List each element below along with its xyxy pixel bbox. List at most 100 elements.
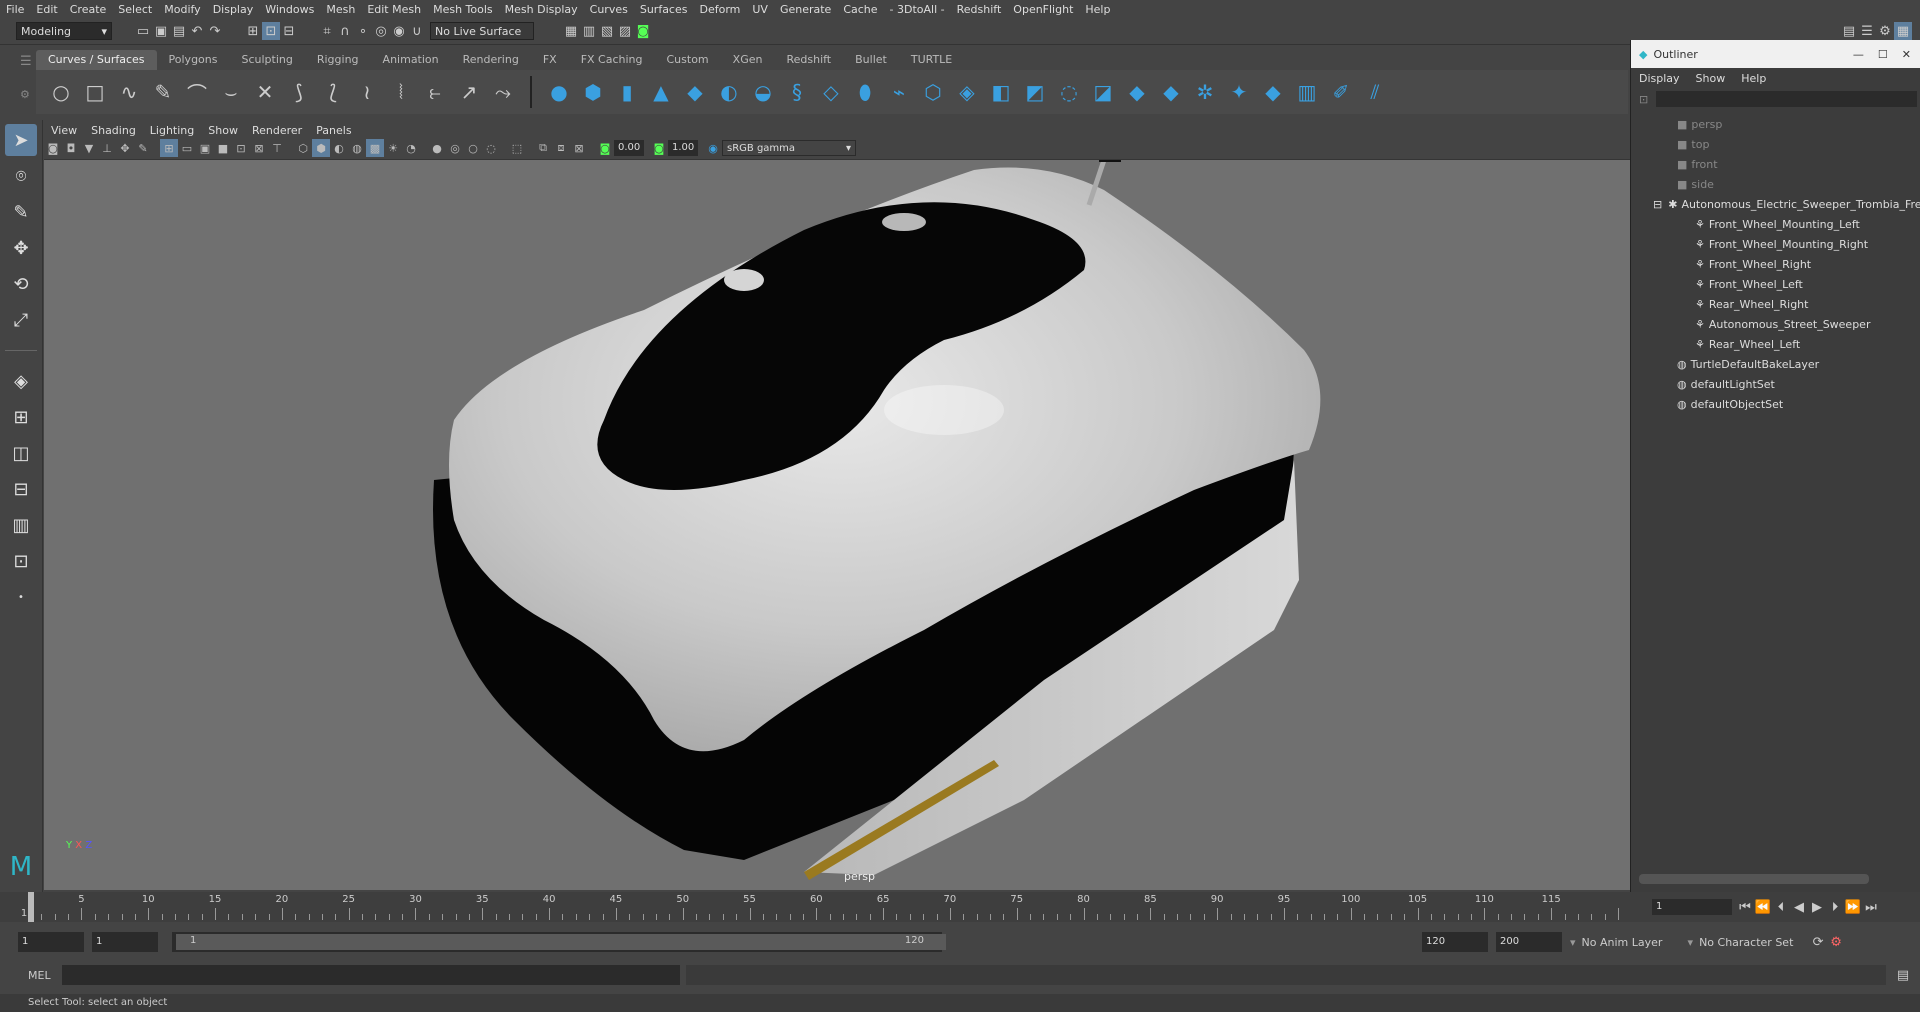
rotate-tool-icon[interactable]: ⟲ xyxy=(5,268,37,300)
curve-tools-icon[interactable]: ⤳ xyxy=(486,75,520,109)
shelf-tab-redshift[interactable]: Redshift xyxy=(774,50,843,70)
shelf-tab-custom[interactable]: Custom xyxy=(655,50,721,70)
nurbs-cone-icon[interactable]: ▲ xyxy=(644,75,678,109)
search-input[interactable] xyxy=(1656,91,1917,107)
attribute-editor-icon[interactable]: ☰ xyxy=(1858,22,1876,40)
live-surface-field[interactable]: No Live Surface xyxy=(430,22,534,40)
select-tool-icon[interactable]: ➤ xyxy=(5,124,37,156)
single-perspective-layout-icon[interactable]: ◈ xyxy=(5,365,37,397)
nurbs-plane-icon[interactable]: ◆ xyxy=(678,75,712,109)
viewport-menu-view[interactable]: View xyxy=(44,124,84,137)
xray-components-icon[interactable]: ⊠ xyxy=(570,139,588,157)
project-curve-icon[interactable]: ▥ xyxy=(1290,75,1324,109)
use-all-lights-icon[interactable]: ☀ xyxy=(384,139,402,157)
outliner-item[interactable]: ⚘ Autonomous_Street_Sweeper xyxy=(1631,314,1920,334)
persp-outliner-layout-icon[interactable]: ◫ xyxy=(5,437,37,469)
curve-intersect-icon[interactable]: ✕ xyxy=(248,75,282,109)
extrude-icon[interactable]: ⬮ xyxy=(848,75,882,109)
menu-cache[interactable]: Cache xyxy=(837,3,883,16)
minimize-icon[interactable]: — xyxy=(1853,48,1864,61)
menu-edit[interactable]: Edit xyxy=(30,3,63,16)
bezier-curve-icon[interactable]: ⌒ xyxy=(180,75,214,109)
grid-icon[interactable]: ⊞ xyxy=(160,139,178,157)
exposure-field[interactable]: 0.00 xyxy=(614,140,644,156)
select-hierarchy-icon[interactable]: ⊞ xyxy=(244,22,262,40)
outliner-menu-show[interactable]: Show xyxy=(1688,72,1734,85)
menu-deform[interactable]: Deform xyxy=(693,3,746,16)
outliner-item[interactable]: ◍ defaultObjectSet xyxy=(1631,394,1920,414)
outliner-item[interactable]: ⚘ Front_Wheel_Mounting_Left xyxy=(1631,214,1920,234)
render-view-icon[interactable]: ◙ xyxy=(634,22,652,40)
uv-layout-icon[interactable]: ⊡ xyxy=(5,545,37,577)
nurbs-sphere-icon[interactable]: ● xyxy=(542,75,576,109)
animation-start-field[interactable]: 1 xyxy=(18,932,84,952)
bevel-plus-icon[interactable]: ⬡ xyxy=(916,75,950,109)
hypershade-layout-icon[interactable]: ▥ xyxy=(5,509,37,541)
select-object-icon[interactable]: ⊡ xyxy=(262,22,280,40)
fillet-curve-icon[interactable]: ⦚ xyxy=(384,75,418,109)
surface-edit-icon[interactable]: ✲ xyxy=(1188,75,1222,109)
outliner-item[interactable]: ■ side xyxy=(1631,174,1920,194)
gate-mask-icon[interactable]: ■ xyxy=(214,139,232,157)
outliner-item[interactable]: ⊟ ✱ Autonomous_Electric_Sweeper_Trombia_Fr… xyxy=(1631,194,1920,214)
nurbs-circle-icon[interactable]: ○ xyxy=(44,75,78,109)
sculpt-geometry-icon[interactable]: ◆ xyxy=(1154,75,1188,109)
birail-icon[interactable]: ⌁ xyxy=(882,75,916,109)
render-frame-icon[interactable]: ▦ xyxy=(562,22,580,40)
detach-curves-icon[interactable]: ⟅ xyxy=(316,75,350,109)
camera-attributes-icon[interactable]: ◘ xyxy=(62,139,80,157)
menu-windows[interactable]: Windows xyxy=(259,3,320,16)
four-view-layout-icon[interactable]: ⊞ xyxy=(5,401,37,433)
redo-icon[interactable]: ↷ xyxy=(206,22,224,40)
persp-graph-layout-icon[interactable]: ⊟ xyxy=(5,473,37,505)
menu-generate[interactable]: Generate xyxy=(774,3,837,16)
character-set-dropdown[interactable]: No Character Set xyxy=(1699,936,1809,949)
outliner-horizontal-scrollbar[interactable] xyxy=(1639,874,1869,884)
menu-file[interactable]: File xyxy=(0,3,30,16)
menu-edit-mesh[interactable]: Edit Mesh xyxy=(361,3,427,16)
shelf-tab-turtle[interactable]: TURTLE xyxy=(899,50,964,70)
extend-curve-icon[interactable]: ↗ xyxy=(452,75,486,109)
maximize-icon[interactable]: ☐ xyxy=(1878,48,1888,61)
bookmark-icon[interactable]: ▼ xyxy=(80,139,98,157)
snap-point-icon[interactable]: ∘ xyxy=(354,22,372,40)
motion-blur-icon[interactable]: ◎ xyxy=(446,139,464,157)
ipr-render-icon[interactable]: ▥ xyxy=(580,22,598,40)
command-input[interactable] xyxy=(62,965,680,985)
snap-curve-icon[interactable]: ∩ xyxy=(336,22,354,40)
move-tool-icon[interactable]: ✥ xyxy=(5,232,37,264)
outliner-item[interactable]: ⚘ Rear_Wheel_Left xyxy=(1631,334,1920,354)
grease-pencil-icon[interactable]: ✎ xyxy=(134,139,152,157)
viewport-menu-renderer[interactable]: Renderer xyxy=(245,124,309,137)
menu-select[interactable]: Select xyxy=(112,3,158,16)
time-slider[interactable]: 5 10 15 20 25 30 35 40 45 50 55 60 65 70 75 80 85 90 95 100… xyxy=(0,892,1920,922)
loft-icon[interactable]: § xyxy=(780,75,814,109)
channel-box-icon[interactable]: ▦ xyxy=(1894,22,1912,40)
new-scene-icon[interactable]: ▭ xyxy=(134,22,152,40)
arc-icon[interactable]: ⌣ xyxy=(214,75,248,109)
animation-end-field[interactable]: 200 xyxy=(1496,932,1562,952)
color-management-icon[interactable]: ◉ xyxy=(704,139,722,157)
shelf-tab-fx[interactable]: FX xyxy=(531,50,569,70)
viewport-menu-shading[interactable]: Shading xyxy=(84,124,143,137)
film-gate-icon[interactable]: ▭ xyxy=(178,139,196,157)
safe-title-icon[interactable]: ⊤ xyxy=(268,139,286,157)
gamma-field[interactable]: 1.00 xyxy=(668,140,698,156)
select-component-icon[interactable]: ⊟ xyxy=(280,22,298,40)
resolution-gate-icon[interactable]: ▣ xyxy=(196,139,214,157)
more-layouts-icon[interactable]: • xyxy=(5,581,37,613)
ep-curve-icon[interactable]: ∿ xyxy=(112,75,146,109)
depth-of-field-icon[interactable]: ◌ xyxy=(482,139,500,157)
viewport-menu-lighting[interactable]: Lighting xyxy=(143,124,201,137)
gamma-icon[interactable]: ◙ xyxy=(650,139,668,157)
tool-settings-icon[interactable]: ⚙ xyxy=(1876,22,1894,40)
paint-weights-icon[interactable]: ✐ xyxy=(1324,75,1358,109)
field-chart-icon[interactable]: ⊡ xyxy=(232,139,250,157)
shelf-tab-rendering[interactable]: Rendering xyxy=(451,50,531,70)
nurbs-torus-icon[interactable]: ◐ xyxy=(712,75,746,109)
current-time-marker[interactable] xyxy=(28,892,34,922)
render-settings-icon[interactable]: ▧ xyxy=(598,22,616,40)
shadows-icon[interactable]: ◔ xyxy=(402,139,420,157)
snap-live-icon[interactable]: ◉ xyxy=(390,22,408,40)
hypershade-icon[interactable]: ▨ xyxy=(616,22,634,40)
